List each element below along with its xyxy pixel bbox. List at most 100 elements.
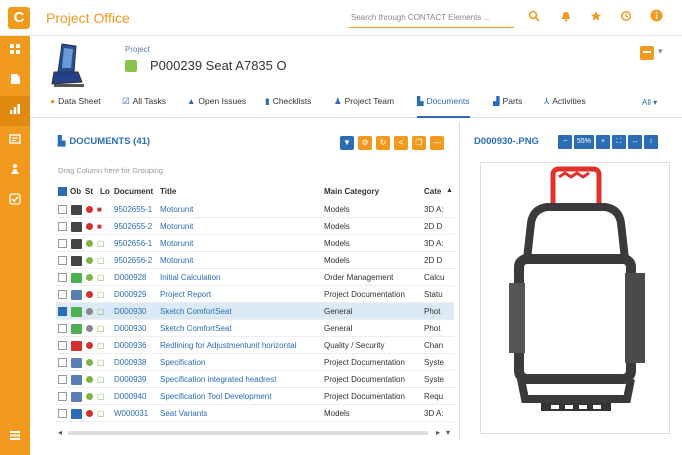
row-checkbox[interactable] <box>58 273 67 282</box>
tab-project-team[interactable]: ♟ Project Team <box>334 96 394 118</box>
column-header-lo[interactable]: Lo <box>100 187 110 196</box>
refresh-button[interactable]: ↻ <box>376 136 390 150</box>
tab-checklists[interactable]: ▮ Checklists <box>265 96 311 118</box>
chevron-down-icon[interactable]: ▾ <box>658 46 663 57</box>
column-header-st[interactable]: St <box>85 187 93 196</box>
document-title[interactable]: Motorunit <box>160 256 320 265</box>
scroll-down-icon[interactable]: ▾ <box>446 428 450 437</box>
document-number[interactable]: D000939 <box>114 375 158 384</box>
row-checkbox[interactable] <box>58 375 67 384</box>
row-checkbox[interactable] <box>58 341 67 350</box>
history-icon[interactable] <box>616 8 636 28</box>
search-icon[interactable] <box>524 8 544 28</box>
document-title[interactable]: Sketch ComfortSeat <box>160 324 320 333</box>
document-number[interactable]: 9502656-2 <box>114 256 158 265</box>
document-number[interactable]: D000940 <box>114 392 158 401</box>
tab-open-issues[interactable]: ▲ Open Issues <box>187 96 246 118</box>
document-number[interactable]: 9502655-2 <box>114 222 158 231</box>
table-row[interactable]: ▢ D000930 Sketch ComfortSeat General Phot <box>56 320 454 337</box>
row-checkbox[interactable] <box>58 307 67 316</box>
scroll-up-icon[interactable]: ▲ <box>446 187 453 194</box>
object-menu-button[interactable] <box>640 46 654 60</box>
tab-documents[interactable]: ▙ Documents <box>417 96 470 118</box>
document-number[interactable]: D000930 <box>114 324 158 333</box>
table-row[interactable]: ▢ D000936 Redlining for Adjustmentunit hor… <box>56 337 454 354</box>
row-checkbox[interactable] <box>58 290 67 299</box>
row-checkbox[interactable] <box>58 358 67 367</box>
tab-data-sheet[interactable]: ● Data Sheet <box>50 96 101 118</box>
column-header-title[interactable]: Title <box>160 187 176 196</box>
fit-width-button[interactable]: ↔ <box>628 135 642 149</box>
row-checkbox[interactable] <box>58 239 67 248</box>
scroll-left-icon[interactable]: ◂ <box>58 428 62 437</box>
row-checkbox[interactable] <box>58 409 67 418</box>
copy-button[interactable]: ❐ <box>412 136 426 150</box>
info-icon[interactable] <box>646 8 666 28</box>
scroll-right-icon[interactable]: ▸ <box>436 428 440 437</box>
table-row[interactable]: ■ 9502655-1 Motorunit Models 3D A: <box>56 201 454 218</box>
table-row[interactable]: ▢ D000929 Project Report Project Documentat… <box>56 286 454 303</box>
document-title[interactable]: Initial Calculation <box>160 273 320 282</box>
document-title[interactable]: Project Report <box>160 290 320 299</box>
document-title[interactable]: Specification <box>160 358 320 367</box>
tabs-all-dropdown[interactable]: All ▾ <box>642 98 657 107</box>
document-number[interactable]: D000928 <box>114 273 158 282</box>
table-row[interactable]: ▢ 9502656-2 Motorunit Models 2D D <box>56 252 454 269</box>
row-checkbox[interactable] <box>58 324 67 333</box>
bell-icon[interactable] <box>556 8 576 28</box>
table-row[interactable]: ▢ D000928 Initial Calculation Order Managem… <box>56 269 454 286</box>
row-checkbox[interactable] <box>58 222 67 231</box>
document-number[interactable]: 9502656-1 <box>114 239 158 248</box>
column-header-document[interactable]: Document <box>114 187 153 196</box>
tab-activities[interactable]: ⅄ Activities <box>544 96 586 118</box>
document-title[interactable]: Specification Tool Development <box>160 392 320 401</box>
scrollbar-track[interactable] <box>68 431 428 435</box>
horizontal-scrollbar[interactable]: ◂ ▸ ▾ <box>56 428 454 438</box>
select-all-checkbox[interactable] <box>58 187 67 196</box>
document-number[interactable]: D000936 <box>114 341 158 350</box>
list-icon[interactable] <box>0 422 30 452</box>
table-row[interactable]: ▢ D000930 Sketch ComfortSeat General Phot <box>56 303 454 320</box>
fullscreen-button[interactable]: ⛶ <box>612 135 626 149</box>
tab-all-tasks[interactable]: ☑ All Tasks <box>122 96 166 118</box>
document-number[interactable]: W000031 <box>114 409 158 418</box>
document-title[interactable]: Motorunit <box>160 222 320 231</box>
table-row[interactable]: ■ 9502655-2 Motorunit Models 2D D <box>56 218 454 235</box>
table-row[interactable]: ▢ D000940 Specification Tool Development Pr… <box>56 388 454 405</box>
star-icon[interactable] <box>586 8 606 28</box>
fit-height-button[interactable]: ↕ <box>644 135 658 149</box>
zoom-in-button[interactable]: + <box>596 135 610 149</box>
dashboard-icon[interactable] <box>0 36 30 66</box>
chart-icon[interactable] <box>0 96 30 126</box>
document-title[interactable]: Sketch ComfortSeat <box>160 307 320 316</box>
check-icon[interactable] <box>0 186 30 216</box>
document-number[interactable]: D000930 <box>114 307 158 316</box>
settings-button[interactable]: ⚙ <box>358 136 372 150</box>
column-header-ob[interactable]: Ob <box>70 187 81 196</box>
document-number[interactable]: D000938 <box>114 358 158 367</box>
person-icon[interactable] <box>0 156 30 186</box>
filter-button[interactable]: ▼ <box>340 136 354 150</box>
row-checkbox[interactable] <box>58 392 67 401</box>
document-title[interactable]: Seat Variants <box>160 409 320 418</box>
table-row[interactable]: ▢ W000031 Seat Variants Models 3D A: <box>56 405 454 422</box>
document-number[interactable]: D000929 <box>114 290 158 299</box>
document-title[interactable]: Redlining for Adjustmentunit horizontal <box>160 341 320 350</box>
search-input[interactable]: Search through CONTACT Elements ... <box>349 8 514 28</box>
file-icon[interactable] <box>0 66 30 96</box>
document-number[interactable]: 9502655-1 <box>114 205 158 214</box>
share-button[interactable]: < <box>394 136 408 150</box>
table-row[interactable]: ▢ D000938 Specification Project Documentati… <box>56 354 454 371</box>
document-title[interactable]: Specification integrated headrest <box>160 375 320 384</box>
row-checkbox[interactable] <box>58 205 67 214</box>
table-row[interactable]: ▢ D000939 Specification integrated headres… <box>56 371 454 388</box>
table-row[interactable]: ▢ 9502656-1 Motorunit Models 3D A: <box>56 235 454 252</box>
column-header-main-category[interactable]: Main Category <box>324 187 379 196</box>
document-title[interactable]: Motorunit <box>160 239 320 248</box>
inbox-icon[interactable] <box>0 126 30 156</box>
document-title[interactable]: Motorunit <box>160 205 320 214</box>
collapse-button[interactable]: — <box>430 136 444 150</box>
row-checkbox[interactable] <box>58 256 67 265</box>
column-header-cate[interactable]: Cate <box>424 187 448 196</box>
zoom-level[interactable]: 55% <box>574 135 594 149</box>
